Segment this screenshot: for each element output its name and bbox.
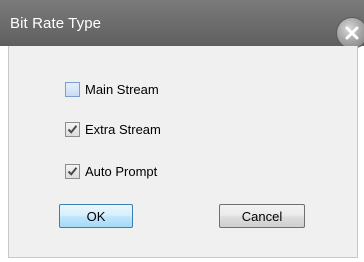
auto-prompt-label: Auto Prompt	[85, 163, 158, 179]
auto-prompt-checkbox[interactable]	[65, 163, 80, 179]
checkmark-icon	[67, 124, 78, 134]
extra-stream-option[interactable]: Extra Stream	[65, 120, 161, 138]
title-bar[interactable]: Bit Rate Type	[0, 0, 364, 46]
dialog-title: Bit Rate Type	[10, 15, 102, 32]
main-stream-checkbox[interactable]	[65, 81, 80, 97]
ok-button[interactable]: OK	[59, 204, 133, 228]
auto-prompt-option[interactable]: Auto Prompt	[65, 162, 157, 180]
extra-stream-checkbox[interactable]	[65, 121, 80, 137]
checkmark-icon	[67, 166, 78, 176]
close-icon	[345, 26, 359, 40]
main-stream-option[interactable]: Main Stream	[65, 80, 159, 98]
dialog-body: Main Stream Extra Stream Auto Prompt OK …	[8, 46, 358, 258]
extra-stream-label: Extra Stream	[85, 121, 161, 137]
cancel-button[interactable]: Cancel	[219, 204, 305, 228]
main-stream-label: Main Stream	[85, 81, 159, 97]
close-button[interactable]	[337, 18, 364, 48]
